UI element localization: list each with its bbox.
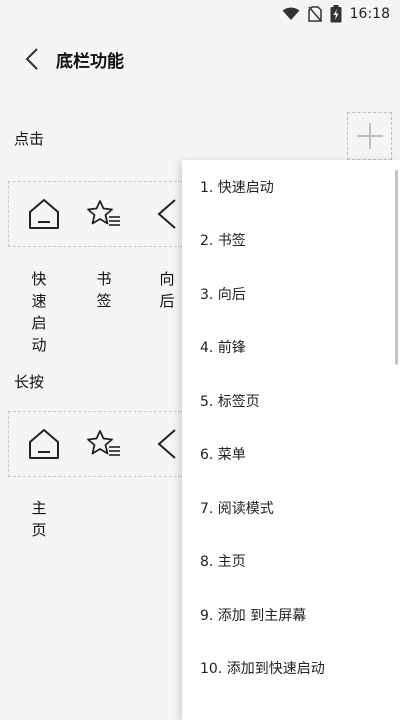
- long-press-slot-2[interactable]: [79, 412, 129, 476]
- page-title: 底栏功能: [56, 51, 124, 72]
- app-header: 底栏功能: [0, 28, 400, 90]
- click-slot-2-label: 书签: [96, 270, 112, 310]
- star-bookmark-icon: [87, 430, 120, 456]
- long-press-slot-1-label: 主页: [31, 499, 47, 539]
- back-button[interactable]: [12, 39, 52, 79]
- battery-charging-icon: [330, 5, 342, 23]
- menu-item-tabs[interactable]: 5. 标签页: [182, 374, 400, 428]
- menu-item-menu[interactable]: 6. 菜单: [182, 428, 400, 482]
- long-press-section-label: 长按: [14, 373, 45, 391]
- home-icon: [29, 199, 59, 229]
- function-picker-menu: 1. 快速启动 2. 书签 3. 向后 4. 前锋 5. 标签页 6. 菜单 7…: [182, 160, 400, 720]
- long-press-slot-1[interactable]: [19, 412, 69, 476]
- no-sim-icon: [307, 6, 322, 22]
- status-time: 16:18: [349, 6, 390, 22]
- click-slot-2[interactable]: [79, 182, 129, 246]
- click-section-label: 点击: [14, 130, 45, 148]
- click-slot-1-label: 快速启动: [31, 270, 47, 354]
- status-bar: 16:18: [0, 0, 400, 28]
- menu-item-quick-launch[interactable]: 1. 快速启动: [182, 160, 400, 214]
- click-slot-3-label: 向后: [159, 270, 175, 310]
- menu-item-back[interactable]: 3. 向后: [182, 267, 400, 321]
- chevron-left-icon: [25, 48, 38, 70]
- click-slot-1[interactable]: [19, 182, 69, 246]
- menu-item-reading-mode[interactable]: 7. 阅读模式: [182, 481, 400, 535]
- menu-item-add-to-quick-launch[interactable]: 10. 添加到快速启动: [182, 642, 400, 696]
- menu-item-bookmarks[interactable]: 2. 书签: [182, 214, 400, 268]
- wifi-icon: [282, 7, 300, 20]
- back-arrow-icon: [157, 429, 176, 459]
- plus-icon: [356, 123, 383, 149]
- menu-scrollbar[interactable]: [395, 170, 398, 365]
- menu-item-add-to-homescreen[interactable]: 9. 添加 到主屏幕: [182, 588, 400, 642]
- home-icon: [29, 429, 59, 459]
- star-bookmark-icon: [87, 200, 120, 226]
- add-function-button[interactable]: [347, 112, 392, 160]
- menu-item-forward[interactable]: 4. 前锋: [182, 321, 400, 375]
- back-arrow-icon: [157, 199, 176, 229]
- menu-item-home[interactable]: 8. 主页: [182, 535, 400, 589]
